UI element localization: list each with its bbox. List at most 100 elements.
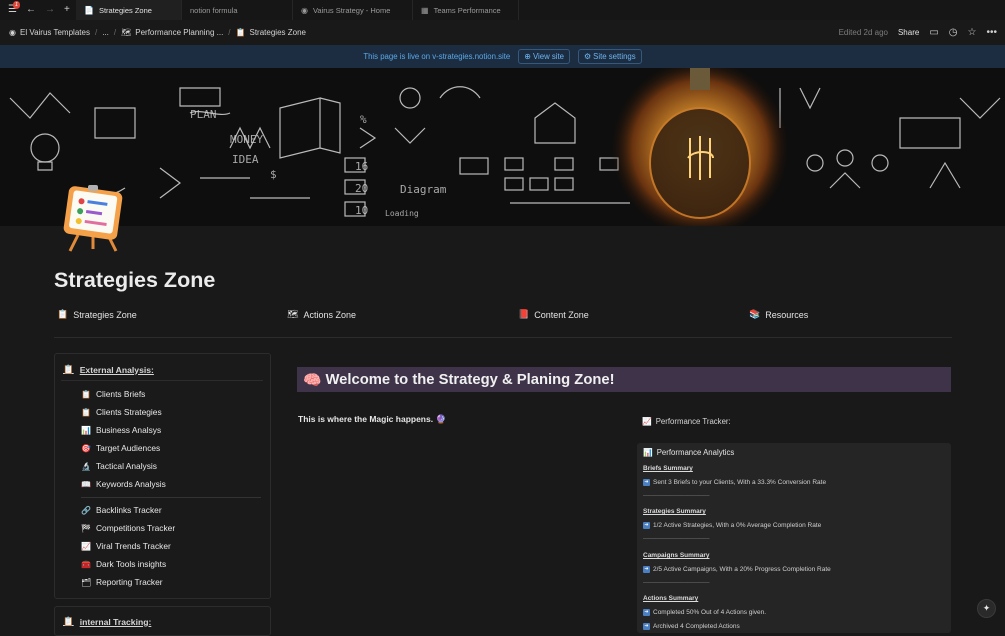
- breadcrumb-separator: /: [113, 28, 117, 37]
- site-settings-label: Site settings: [593, 52, 636, 61]
- svg-text:20: 20: [355, 182, 368, 195]
- share-button[interactable]: Share: [898, 28, 919, 37]
- page-icon: 📄: [84, 5, 94, 15]
- link-tactical-analysis[interactable]: 🔬 Tactical Analysis: [81, 461, 157, 471]
- actions-summary-link[interactable]: Actions Summary: [643, 595, 698, 602]
- link-target-audiences[interactable]: 🎯 Target Audiences: [81, 443, 160, 453]
- comment-icon[interactable]: ▭: [929, 27, 938, 38]
- more-icon[interactable]: •••: [986, 27, 997, 38]
- link-label: Tactical Analysis: [96, 461, 157, 471]
- toolbox-icon: 🧰: [81, 559, 91, 569]
- new-tab-icon[interactable]: +: [64, 5, 70, 15]
- link-label: Viral Trends Tracker: [96, 541, 171, 551]
- link-clients-briefs[interactable]: 📋 Clients Briefs: [81, 389, 145, 399]
- link-icon: 🔗: [81, 505, 91, 515]
- link-reporting-tracker[interactable]: 🗂 Reporting Tracker: [81, 577, 163, 587]
- summary-text: Sent 3 Briefs to your Clients, With a 33…: [653, 479, 827, 486]
- zone-link-strategies[interactable]: 📋 Strategies Zone: [57, 309, 137, 320]
- zone-link-actions[interactable]: 🗺 Actions Zone: [287, 309, 356, 320]
- zone-link-content[interactable]: 📕 Content Zone: [518, 309, 589, 320]
- book-icon: 📖: [81, 479, 91, 489]
- internal-tracking-card: 📋 internal Tracking:: [54, 606, 271, 636]
- breadcrumb-item[interactable]: Strategies Zone: [250, 28, 306, 37]
- performance-analytics-callout: 📊 Performance Analytics Briefs Summary ➜…: [637, 443, 951, 633]
- trend-icon: 📈: [81, 541, 91, 551]
- link-competitions-tracker[interactable]: 🏁 Competitions Tracker: [81, 523, 175, 533]
- summary-text: 2/5 Active Campaigns, With a 20% Progres…: [653, 566, 831, 573]
- view-site-button[interactable]: ⊕ View site: [518, 49, 571, 64]
- internal-tracking-header[interactable]: 📋 internal Tracking:: [63, 616, 151, 627]
- page-icon-easel[interactable]: [62, 183, 124, 253]
- link-backlinks-tracker[interactable]: 🔗 Backlinks Tracker: [81, 505, 162, 515]
- breadcrumb-separator: /: [228, 28, 231, 37]
- section-title: internal Tracking:: [79, 616, 152, 627]
- strategies-summary-link[interactable]: Strategies Summary: [643, 508, 706, 515]
- external-analysis-header[interactable]: 📋 External Analysis:: [63, 364, 154, 375]
- tab-vairus-strategy-home[interactable]: ◉ Vairus Strategy - Home: [293, 0, 413, 20]
- published-text: This page is live on v-strategies.notion…: [363, 52, 511, 61]
- link-dark-tools-insights[interactable]: 🧰 Dark Tools insights: [81, 559, 166, 569]
- page-title[interactable]: Strategies Zone: [54, 268, 215, 293]
- tab-notion-formula[interactable]: notion formula: [182, 0, 293, 20]
- svg-text:$: $: [270, 168, 277, 181]
- welcome-heading[interactable]: 🧠 Welcome to the Strategy & Planing Zone…: [297, 367, 951, 392]
- ai-sparkle-button[interactable]: ✦: [977, 599, 996, 618]
- view-site-label: View site: [532, 52, 565, 61]
- gear-icon: ⚙: [584, 52, 594, 61]
- notification-badge: 1: [13, 1, 21, 9]
- tab-label: Vairus Strategy - Home: [312, 5, 391, 15]
- link-keywords-analysis[interactable]: 📖 Keywords Analysis: [81, 479, 166, 489]
- back-arrow-icon[interactable]: ←: [26, 5, 36, 15]
- campaigns-summary-link[interactable]: Campaigns Summary: [643, 552, 709, 559]
- forward-arrow-icon[interactable]: →: [45, 5, 55, 15]
- svg-text:16: 16: [355, 160, 368, 173]
- published-banner: This page is live on v-strategies.notion…: [0, 45, 1005, 68]
- presentation-board-icon: [63, 185, 123, 252]
- link-label: Backlinks Tracker: [96, 505, 162, 515]
- site-settings-button[interactable]: ⚙ Site settings: [578, 49, 642, 64]
- brain-icon: 🧠: [303, 372, 322, 389]
- svg-text:%: %: [360, 113, 367, 126]
- svg-text:Diagram: Diagram: [400, 183, 447, 196]
- breadcrumb-item[interactable]: ...: [102, 28, 109, 37]
- clipboard-icon: 📋: [57, 309, 69, 319]
- window-controls: ☰ 1 ← → +: [0, 0, 76, 20]
- clipboard-icon: 📋: [81, 407, 91, 417]
- star-icon[interactable]: ☆: [968, 27, 977, 38]
- briefs-summary-link[interactable]: Briefs Summary: [643, 465, 693, 472]
- briefs-summary-text: ➜ Sent 3 Briefs to your Clients, With a 3…: [643, 479, 826, 486]
- tab-teams-performance[interactable]: ▦ Teams Performance: [413, 0, 519, 20]
- divider: [81, 497, 261, 498]
- analytics-title: 📊 Performance Analytics: [643, 448, 734, 457]
- zones-navigation: 📋 Strategies Zone 🗺 Actions Zone 📕 Conte…: [57, 309, 957, 323]
- link-label: Keywords Analysis: [96, 479, 166, 489]
- breadcrumb-item[interactable]: El Vairus Templates: [20, 28, 90, 37]
- link-business-analsys[interactable]: 📊 Business Analsys: [81, 425, 161, 435]
- zone-label: Strategies Zone: [73, 309, 137, 320]
- history-icon[interactable]: ◷: [949, 27, 958, 38]
- link-clients-strategies[interactable]: 📋 Clients Strategies: [81, 407, 162, 417]
- zone-label: Content Zone: [534, 309, 589, 320]
- workspace-icon: ◉: [9, 28, 16, 37]
- welcome-text: Welcome to the Strategy & Planing Zone!: [325, 371, 615, 388]
- arrow-right-icon: ➜: [643, 566, 650, 573]
- chart-up-icon: 📈: [642, 417, 652, 426]
- breadcrumb-item[interactable]: Performance Planning ...: [135, 28, 223, 37]
- svg-text:MONEY: MONEY: [230, 133, 263, 146]
- cover-image[interactable]: PLAN MONEY IDEA 16 20 10 Diagram Loading…: [0, 68, 1005, 226]
- link-label: Clients Strategies: [96, 407, 162, 417]
- menu-icon[interactable]: ☰ 1: [8, 1, 21, 15]
- books-icon: 📚: [749, 309, 761, 319]
- divider-text: ————————————: [643, 493, 710, 499]
- external-analysis-card: 📋 External Analysis: 📋 Clients Briefs 📋 Cl…: [54, 353, 271, 599]
- zone-label: Actions Zone: [303, 309, 356, 320]
- link-viral-trends-tracker[interactable]: 📈 Viral Trends Tracker: [81, 541, 171, 551]
- topbar-actions: Edited 2d ago Share ▭ ◷ ☆ •••: [839, 20, 997, 45]
- link-label: Business Analsys: [96, 425, 162, 435]
- tab-label: Strategies Zone: [98, 5, 152, 15]
- zone-link-resources[interactable]: 📚 Resources: [749, 309, 808, 320]
- breadcrumb-separator: /: [94, 28, 98, 37]
- tab-strategies-zone[interactable]: 📄 Strategies Zone: [76, 0, 182, 20]
- clipboard-icon: 📋: [63, 364, 74, 374]
- clipboard-icon: 📋: [81, 389, 91, 399]
